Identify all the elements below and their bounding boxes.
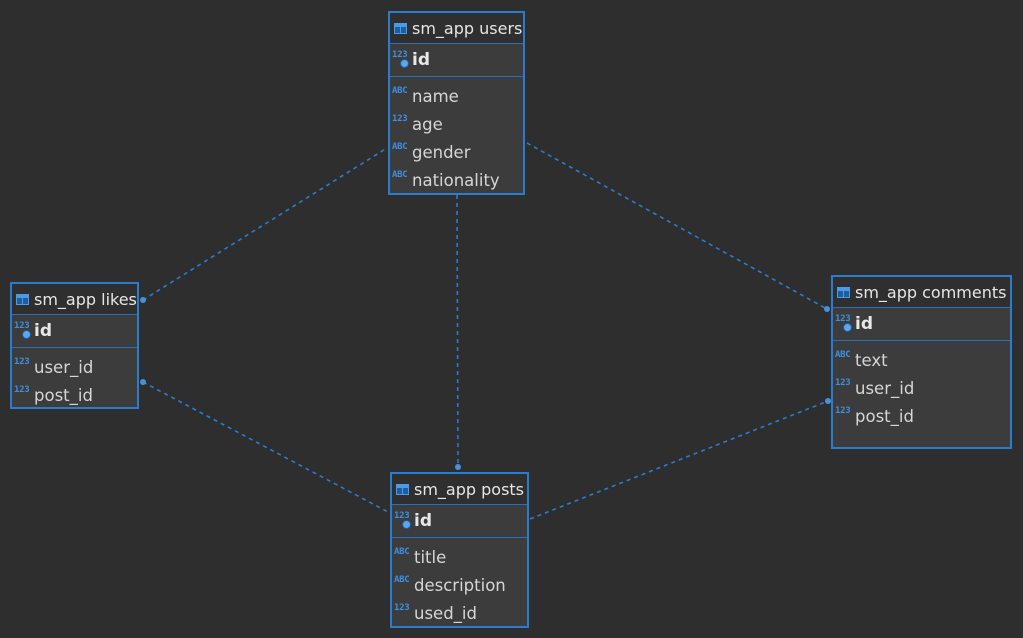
- column-name: name: [412, 86, 459, 106]
- pk-column-row[interactable]: 123 id: [12, 315, 137, 348]
- entity-header[interactable]: sm_app comments: [833, 277, 1010, 308]
- entity-likes[interactable]: sm_app likes 123 id 123 user_id 123 post_i…: [10, 282, 139, 409]
- column-row[interactable]: ABC gender: [390, 138, 523, 166]
- column-name: title: [414, 547, 447, 567]
- column-name: user_id: [34, 357, 94, 377]
- pk-column-row[interactable]: 123 id: [390, 44, 523, 77]
- column-name: gender: [412, 142, 471, 162]
- key-icon: [843, 323, 852, 332]
- text-type-icon: ABC: [392, 86, 408, 96]
- link-likes-posts[interactable]: [140, 379, 391, 514]
- numeric-type-icon: 123: [14, 321, 34, 339]
- column-name: used_id: [414, 603, 477, 623]
- column-name: age: [412, 114, 443, 134]
- column-name: id: [414, 511, 432, 531]
- column-row[interactable]: 123 post_id: [833, 402, 1010, 430]
- pk-column-row[interactable]: 123 id: [833, 308, 1010, 341]
- column-name: post_id: [855, 406, 914, 426]
- column-row[interactable]: ABC nationality: [390, 166, 523, 194]
- entity-posts[interactable]: sm_app posts 123 id ABC title ABC descript…: [390, 472, 529, 628]
- column-row[interactable]: 123 user_id: [12, 353, 137, 381]
- column-row[interactable]: ABC name: [390, 82, 523, 110]
- entity-comments[interactable]: sm_app comments 123 id ABC text 123 user_i…: [831, 275, 1012, 449]
- numeric-type-icon: 123: [14, 357, 30, 367]
- entity-header[interactable]: sm_app likes: [12, 284, 137, 315]
- column-row[interactable]: 123 user_id: [833, 374, 1010, 402]
- entity-title: sm_app users: [412, 18, 523, 38]
- table-icon: [394, 22, 407, 34]
- column-row[interactable]: ABC title: [392, 543, 527, 571]
- numeric-type-icon: 123: [394, 511, 414, 529]
- column-row[interactable]: 123 age: [390, 110, 523, 138]
- entity-title: sm_app posts: [414, 479, 525, 499]
- pk-column-row[interactable]: 123 id: [392, 505, 527, 538]
- column-name: post_id: [34, 385, 93, 405]
- entity-title: sm_app likes: [34, 289, 137, 309]
- text-type-icon: ABC: [835, 350, 851, 360]
- numeric-type-icon: 123: [835, 406, 851, 416]
- numeric-type-icon: 123: [392, 50, 412, 68]
- column-name: user_id: [855, 378, 915, 398]
- column-name: id: [34, 321, 52, 341]
- table-icon: [396, 483, 409, 495]
- table-icon: [837, 286, 850, 298]
- text-type-icon: ABC: [394, 575, 410, 585]
- text-type-icon: ABC: [392, 170, 408, 180]
- link-comments-posts[interactable]: [529, 398, 831, 520]
- column-row[interactable]: 123 post_id: [12, 381, 137, 409]
- entity-title: sm_app comments: [855, 282, 1007, 302]
- text-type-icon: ABC: [394, 547, 410, 557]
- text-type-icon: ABC: [392, 142, 408, 152]
- column-name: nationality: [412, 170, 500, 190]
- column-row[interactable]: ABC text: [833, 346, 1010, 374]
- key-icon: [22, 330, 31, 339]
- link-likes-users[interactable]: [140, 147, 388, 303]
- column-name: id: [855, 314, 873, 334]
- numeric-type-icon: 123: [835, 314, 855, 332]
- numeric-type-icon: 123: [392, 114, 408, 124]
- key-icon: [400, 59, 409, 68]
- numeric-type-icon: 123: [394, 603, 410, 613]
- link-comments-users[interactable]: [526, 142, 830, 312]
- column-row[interactable]: 123 used_id: [392, 599, 527, 627]
- table-icon: [16, 293, 29, 305]
- entity-header[interactable]: sm_app users: [390, 13, 523, 44]
- numeric-type-icon: 123: [14, 385, 30, 395]
- entity-users[interactable]: sm_app users 123 id ABC name 123 age ABC ge…: [388, 11, 525, 195]
- column-name: description: [414, 575, 506, 595]
- column-name: id: [412, 50, 430, 70]
- entity-header[interactable]: sm_app posts: [392, 474, 527, 505]
- er-diagram-canvas: sm_app users 123 id ABC name 123 age ABC ge…: [0, 0, 1023, 638]
- numeric-type-icon: 123: [835, 378, 851, 388]
- link-posts-users[interactable]: [455, 194, 461, 470]
- key-icon: [402, 520, 411, 529]
- column-name: text: [855, 350, 888, 370]
- column-row[interactable]: ABC description: [392, 571, 527, 599]
